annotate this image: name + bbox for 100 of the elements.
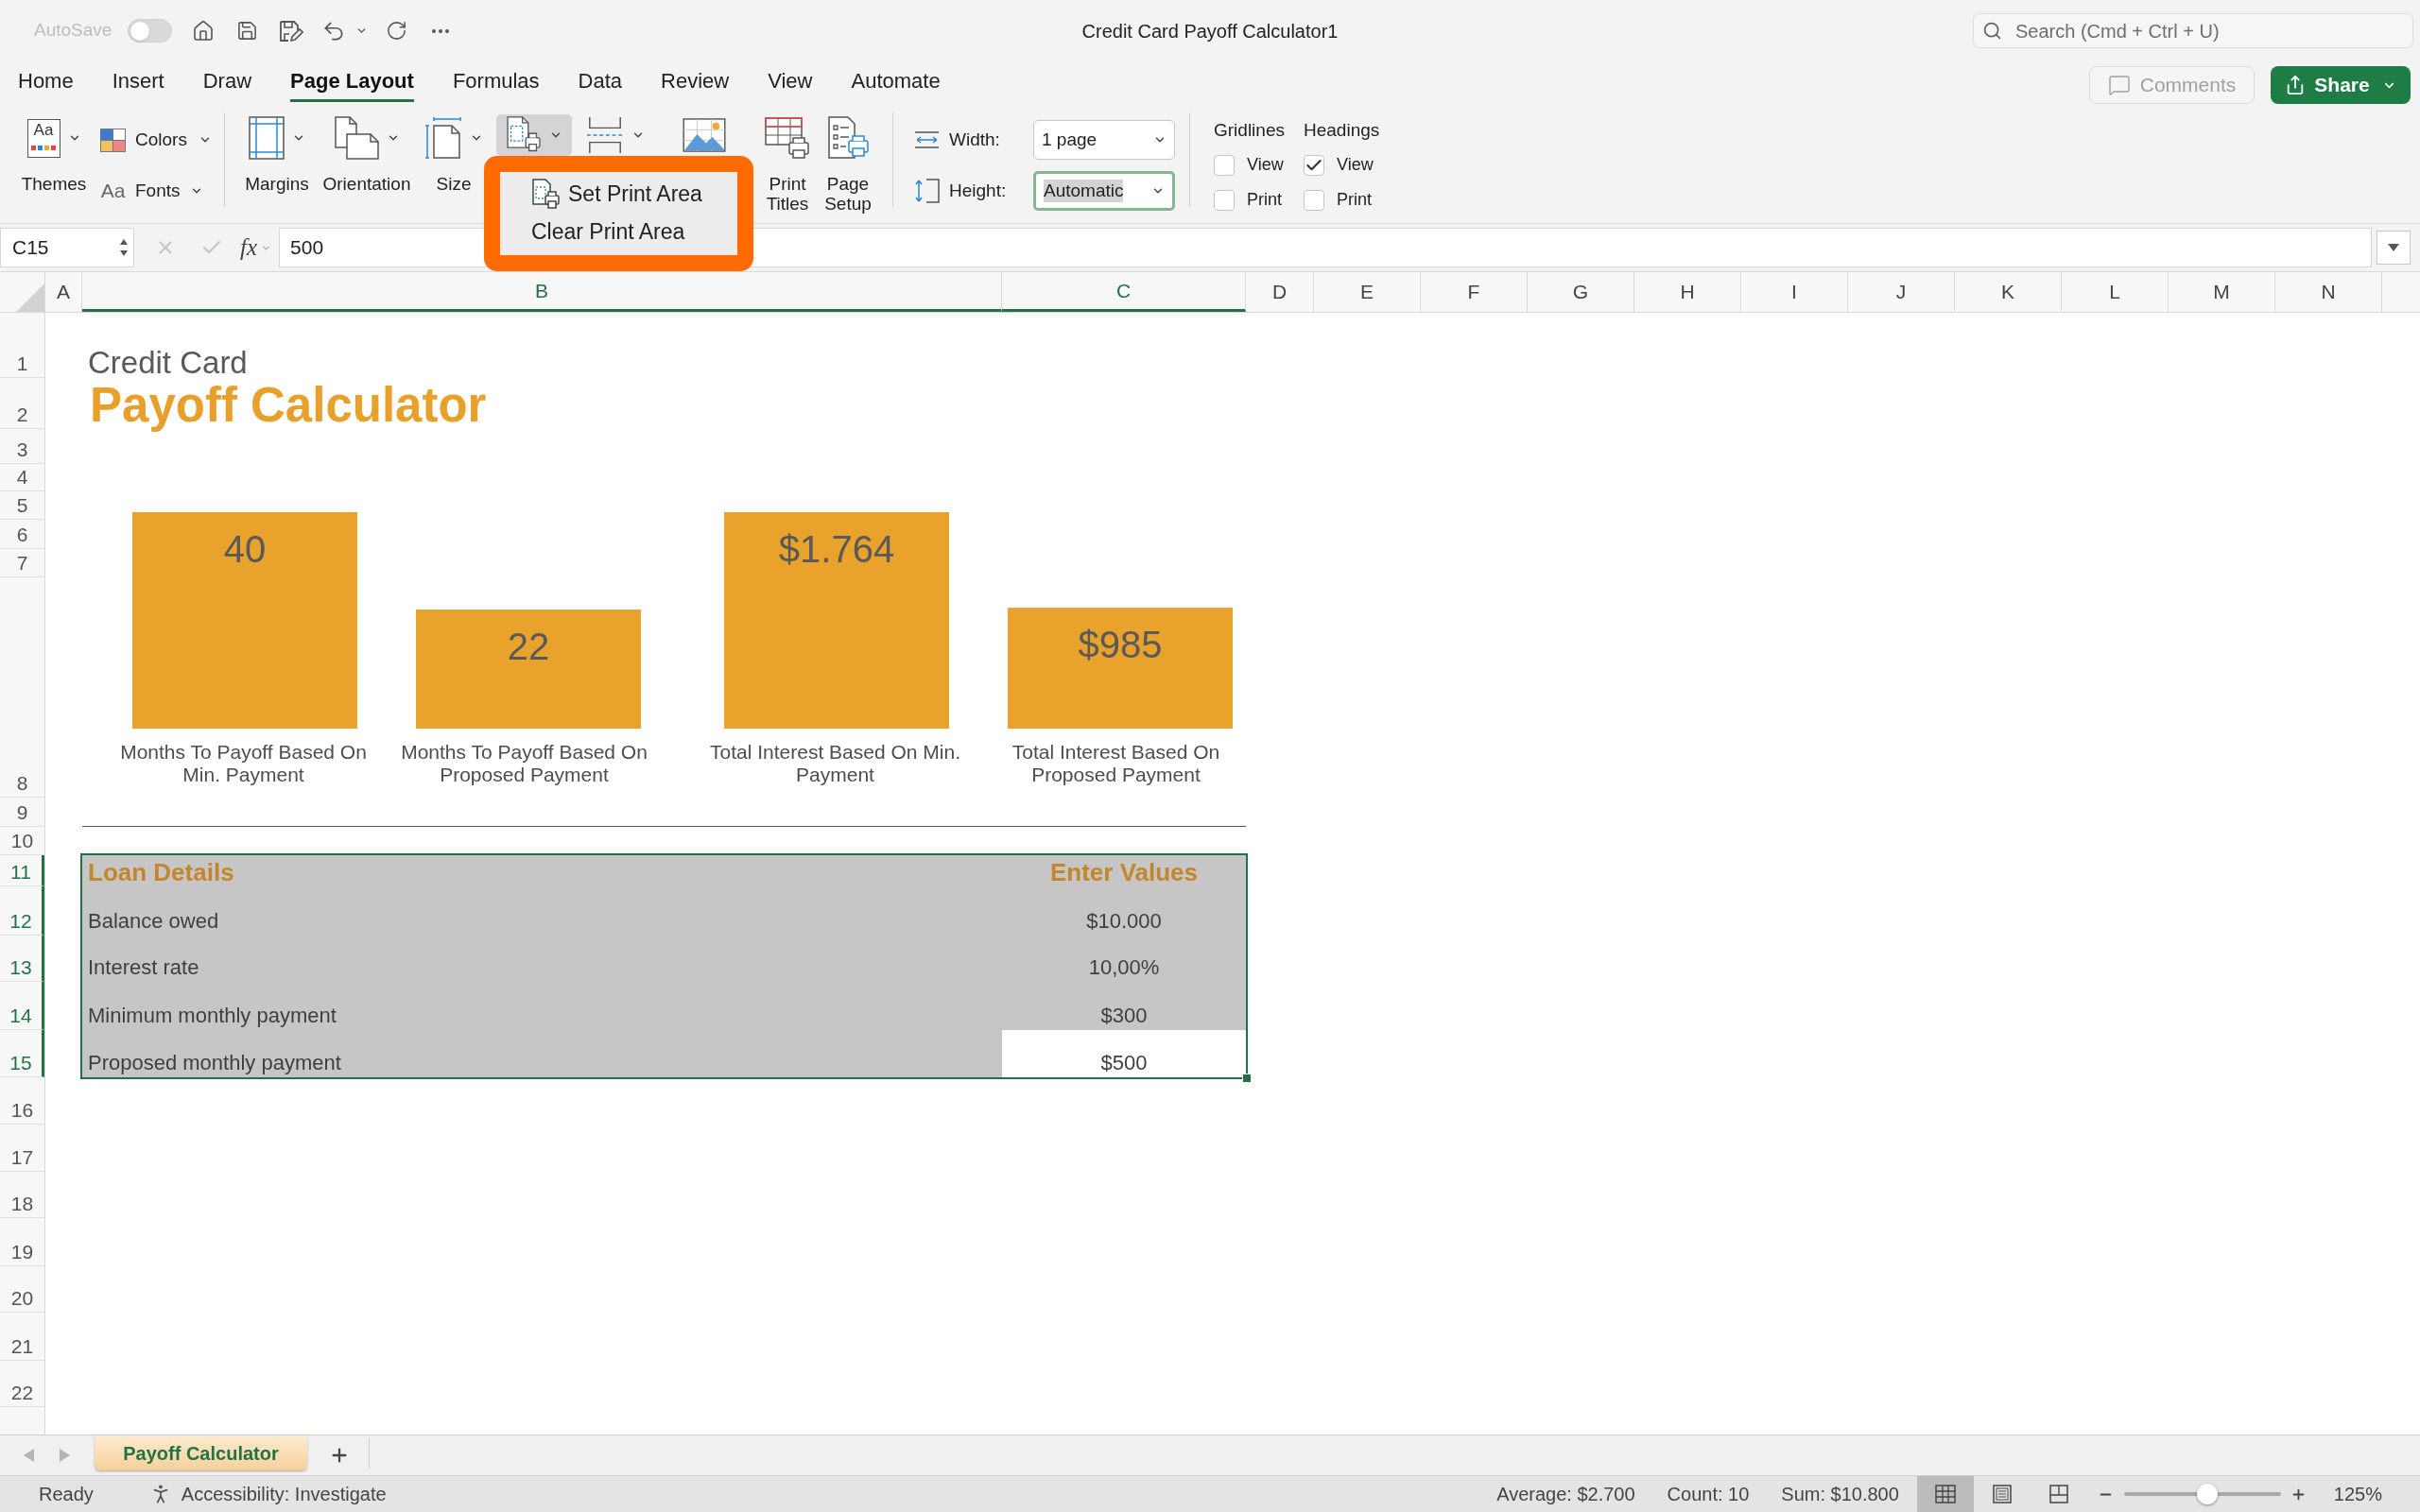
menu-tab[interactable]: Review	[661, 61, 730, 102]
menu-tab[interactable]: Insert	[112, 61, 164, 102]
save-icon[interactable]	[236, 20, 259, 42]
row-header[interactable]: 21	[0, 1313, 44, 1361]
column-header[interactable]: G	[1528, 272, 1634, 312]
loan-label: Proposed monthly payment	[87, 1050, 342, 1076]
row-header[interactable]: 6	[0, 520, 44, 549]
margins-button[interactable]: Margins	[239, 114, 315, 194]
column-header[interactable]: E	[1314, 272, 1421, 312]
row-header[interactable]: 14	[0, 982, 44, 1030]
column-header[interactable]: K	[1955, 272, 2062, 312]
row-header[interactable]: 18	[0, 1172, 44, 1218]
print-area-icon	[506, 116, 542, 154]
window-title: Credit Card Payoff Calculator1	[1081, 19, 1339, 43]
zoom-level[interactable]: 125%	[2333, 1480, 2382, 1508]
orientation-button[interactable]: Orientation	[320, 114, 413, 194]
row-header[interactable]: 5	[0, 491, 44, 520]
page-break-icon	[2048, 1485, 2068, 1503]
themes-icon: Aa	[26, 118, 60, 158]
menu-item[interactable]: Set Print Area	[500, 175, 737, 213]
autosave-toggle[interactable]	[128, 19, 173, 43]
redo-icon[interactable]	[386, 20, 408, 42]
row-header[interactable]: 19	[0, 1218, 44, 1266]
checkbox[interactable]	[1214, 189, 1235, 211]
triangle-down-icon	[2388, 244, 2400, 251]
row-header[interactable]: 13	[0, 936, 44, 982]
column-header[interactable]: F	[1421, 272, 1528, 312]
column-header[interactable]: H	[1634, 272, 1741, 312]
loan-value[interactable]: 10,00%	[1002, 936, 1246, 982]
table-heading: Enter Values	[1048, 857, 1200, 886]
row-header[interactable]: 16	[0, 1077, 44, 1125]
column-header[interactable]: N	[2275, 272, 2382, 312]
row-header[interactable]: 12	[0, 886, 44, 936]
scale-label: Height:	[949, 179, 1008, 202]
colors-button[interactable]: Colors	[100, 126, 212, 154]
dropdown-field[interactable]: Automatic	[1033, 171, 1175, 211]
column-header[interactable]: M	[2169, 272, 2275, 312]
category-label: Months To Payoff Based On Min. Payment	[119, 741, 368, 786]
dropdown-field[interactable]: 1 page	[1033, 120, 1175, 160]
color-squares-icon	[100, 128, 126, 152]
font-sample-icon: Aa	[100, 176, 126, 206]
expand-formula-button[interactable]	[2377, 231, 2411, 265]
loan-value[interactable]: $300	[1002, 982, 1246, 1030]
status-text: Ready	[39, 1483, 94, 1506]
slider-thumb[interactable]	[2196, 1484, 2218, 1504]
insert-function-label[interactable]: fx	[240, 230, 258, 266]
home-icon[interactable]	[192, 19, 216, 43]
accessibility-button[interactable]: Accessibility: Investigate	[147, 1480, 387, 1508]
checkbox-label: Print	[1337, 189, 1372, 211]
row-header[interactable]: 10	[0, 827, 44, 855]
bar-value-label: $985	[1078, 623, 1163, 665]
menu-tab[interactable]: Draw	[202, 61, 252, 102]
row-header[interactable]: 15	[0, 1030, 44, 1077]
menu-tab[interactable]: View	[768, 61, 813, 102]
option-group-title: Gridlines	[1214, 120, 1285, 141]
column-header[interactable]: I	[1741, 272, 1848, 312]
menu-tab[interactable]: Home	[18, 61, 74, 102]
column-header[interactable]: A	[45, 272, 82, 312]
themes-button[interactable]: Aa Themes	[17, 114, 91, 195]
print-titles-button[interactable]: Print Titles	[760, 114, 815, 214]
print-area-button[interactable]	[496, 114, 572, 156]
sheet-tab[interactable]: Payoff Calculator	[95, 1435, 307, 1470]
bar-value-label: 22	[507, 625, 550, 667]
name-box[interactable]: C15	[0, 228, 134, 267]
row-header[interactable]: 9	[0, 798, 44, 827]
search-icon	[1982, 21, 2002, 41]
fill-handle[interactable]	[1242, 1074, 1252, 1083]
row-header[interactable]: 17	[0, 1125, 44, 1172]
menu-tab[interactable]: Automate	[851, 61, 941, 102]
menu-tab[interactable]: Data	[578, 61, 623, 102]
search-field[interactable]: Search (Cmd + Ctrl + U)	[1973, 13, 2413, 48]
row-header[interactable]: 8	[0, 577, 44, 798]
row-header[interactable]: 2	[0, 378, 44, 429]
column-header[interactable]: L	[2062, 272, 2169, 312]
floppy-pencil-icon[interactable]	[279, 19, 304, 43]
column-header[interactable]: D	[1246, 272, 1314, 312]
view-button[interactable]	[1916, 1476, 1974, 1512]
loan-value[interactable]: $10.000	[1002, 886, 1246, 936]
loan-value[interactable]: $500	[1002, 1030, 1246, 1077]
menu-tab[interactable]: Page Layout	[290, 61, 414, 102]
row-header[interactable]: 7	[0, 549, 44, 577]
row-header[interactable]: 4	[0, 464, 44, 491]
row-header[interactable]: 20	[0, 1266, 44, 1313]
row-header[interactable]: 11	[0, 855, 44, 886]
column-header[interactable]: J	[1848, 272, 1955, 312]
status-stat: Count: 10	[1667, 1483, 1750, 1506]
size-button[interactable]: Size	[420, 114, 488, 194]
status-stat: Sum: $10.800	[1781, 1483, 1899, 1506]
fonts-button[interactable]: Aa Fonts	[100, 176, 203, 206]
row-header[interactable]: 1	[0, 313, 44, 378]
page-setup-button[interactable]: Page Setup	[821, 114, 875, 214]
stepper-icon	[119, 237, 129, 258]
checkbox[interactable]	[1214, 154, 1235, 176]
checkbox-label: View	[1337, 154, 1374, 176]
row-header[interactable]: 3	[0, 429, 44, 464]
share-button[interactable]: Share	[2271, 66, 2411, 104]
checkbox[interactable]	[1304, 154, 1324, 176]
row-header[interactable]: 22	[0, 1361, 44, 1407]
checkbox[interactable]	[1304, 189, 1324, 211]
menu-tab[interactable]: Formulas	[452, 61, 540, 102]
